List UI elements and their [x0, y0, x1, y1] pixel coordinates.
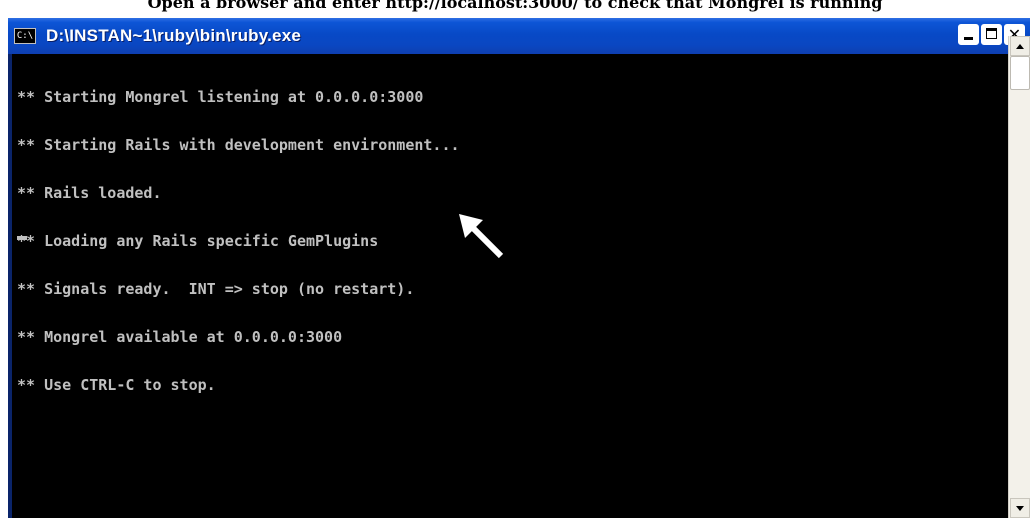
screenshot-root: Open a browser and enter http://localhos… — [0, 0, 1030, 518]
console-line: ** Use CTRL-C to stop. — [17, 376, 216, 394]
console-line: ** Loading any Rails specific GemPlugins — [17, 232, 379, 250]
document-caption-clip: Open a browser and enter http://localhos… — [0, 0, 1030, 18]
arrow-up-icon — [1016, 44, 1024, 49]
console-output: ** Starting Mongrel listening at 0.0.0.0… — [17, 57, 460, 425]
document-caption: Open a browser and enter http://localhos… — [147, 0, 883, 12]
text-cursor — [17, 236, 27, 240]
console-app-icon[interactable]: C:\ — [14, 28, 36, 44]
pointer-arrow-icon — [459, 214, 504, 259]
arrow-down-icon — [1016, 506, 1024, 511]
maximize-icon — [986, 28, 997, 39]
minimize-icon — [964, 37, 973, 40]
maximize-button[interactable] — [981, 24, 1002, 45]
console-line: ** Signals ready. INT => stop (no restar… — [17, 280, 415, 298]
scroll-thumb[interactable] — [1010, 56, 1030, 90]
title-bar[interactable]: C:\ D:\INSTAN~1\ruby\bin\ruby.exe ✕ — [8, 18, 1030, 54]
console-line: ** Rails loaded. — [17, 184, 162, 202]
console-line: ** Mongrel available at 0.0.0.0:3000 — [17, 328, 343, 346]
vertical-scrollbar[interactable] — [1008, 36, 1030, 518]
console-output-area[interactable]: ** Starting Mongrel listening at 0.0.0.0… — [12, 54, 1030, 518]
minimize-button[interactable] — [958, 24, 979, 45]
console-line: ** Starting Rails with development envir… — [17, 136, 460, 154]
window-title: D:\INSTAN~1\ruby\bin\ruby.exe — [46, 26, 302, 45]
scroll-up-button[interactable] — [1010, 36, 1030, 56]
console-line: ** Starting Mongrel listening at 0.0.0.0… — [17, 88, 424, 106]
console-window: C:\ D:\INSTAN~1\ruby\bin\ruby.exe ✕ ** S… — [8, 18, 1030, 518]
scroll-down-button[interactable] — [1010, 498, 1030, 518]
